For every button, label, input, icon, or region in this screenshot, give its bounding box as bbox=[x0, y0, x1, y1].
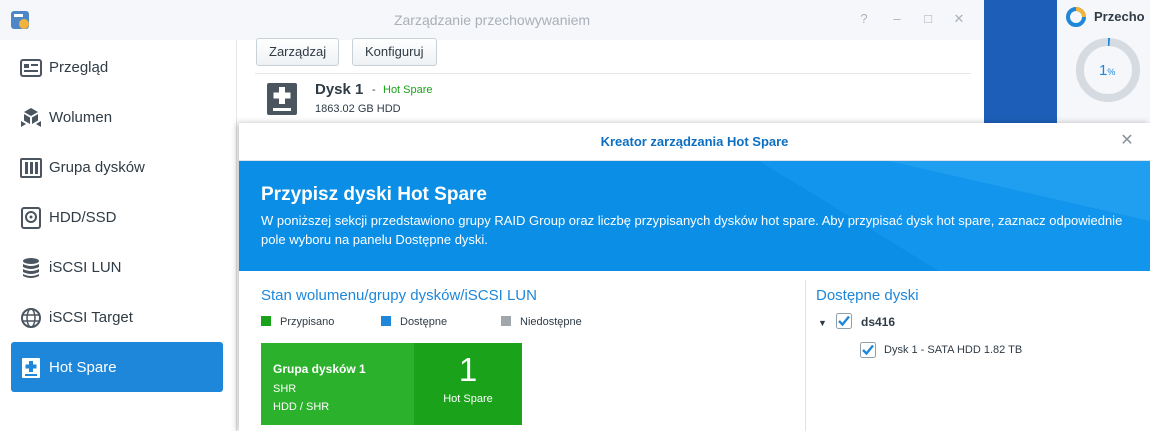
close-icon[interactable]: ✕ bbox=[951, 11, 967, 27]
sidebar-item-iscsi-lun[interactable]: iSCSI LUN bbox=[11, 242, 223, 292]
hot-spare-wizard-dialog: Kreator zarządzania Hot Spare ✕ Przypisz… bbox=[239, 123, 1150, 431]
raid-group-name: Grupa dysków 1 bbox=[273, 362, 366, 376]
sidebar: Przegląd Wolumen Grupa dysków HDD/SSD iS… bbox=[0, 40, 236, 431]
sidebar-item-label: iSCSI LUN bbox=[49, 259, 122, 276]
raid-group-disk-type: HDD / SHR bbox=[273, 401, 330, 413]
storage-widget: Przecho 1% bbox=[1057, 0, 1150, 124]
maximize-icon[interactable]: □ bbox=[920, 11, 936, 27]
dialog-title-bar[interactable]: Kreator zarządzania Hot Spare ✕ bbox=[239, 123, 1150, 161]
wizard-banner: Przypisz dyski Hot Spare W poniższej sek… bbox=[239, 161, 1150, 271]
hot-spare-count: 1 bbox=[458, 351, 478, 388]
hot-spare-count-label: Hot Spare bbox=[443, 393, 493, 405]
sidebar-item-overview[interactable]: Przegląd bbox=[11, 42, 223, 92]
available-disks-title: Dostępne dyski bbox=[816, 287, 919, 304]
legend-available-swatch bbox=[381, 316, 391, 326]
help-icon[interactable]: ? bbox=[856, 11, 872, 27]
raid-group-type: SHR bbox=[273, 383, 297, 395]
legend-unavailable-label: Niedostępne bbox=[520, 316, 582, 328]
pane-divider bbox=[805, 280, 806, 431]
storage-usage-value: 1% bbox=[1099, 62, 1116, 79]
raid-group-card[interactable]: Grupa dysków 1 SHR HDD / SHR 1 Hot Spare bbox=[261, 343, 522, 425]
content-divider bbox=[255, 73, 971, 74]
sidebar-item-hot-spare[interactable]: Hot Spare bbox=[11, 342, 223, 392]
banner-heading: Przypisz dyski Hot Spare bbox=[261, 184, 487, 205]
legend-assigned-swatch bbox=[261, 316, 271, 326]
sidebar-item-label: Grupa dysków bbox=[49, 159, 145, 176]
dialog-close-icon[interactable]: ✕ bbox=[1118, 132, 1136, 150]
volume-icon bbox=[21, 108, 41, 127]
host-checkbox[interactable] bbox=[836, 313, 852, 329]
globe-icon bbox=[21, 308, 41, 328]
hdd-icon bbox=[21, 207, 41, 229]
banner-description: W poniższej sekcji przedstawiono grupy R… bbox=[261, 213, 1123, 247]
sidebar-item-label: Wolumen bbox=[49, 109, 113, 126]
storage-widget-title: Przecho bbox=[1094, 9, 1145, 24]
hot-spare-icon bbox=[22, 358, 40, 378]
sidebar-item-disk-group[interactable]: Grupa dysków bbox=[11, 142, 223, 192]
disk-status: Hot Spare bbox=[383, 84, 433, 96]
hot-spare-count-panel: 1 Hot Spare bbox=[414, 343, 522, 425]
hot-spare-disk-icon bbox=[267, 83, 297, 115]
sidebar-item-hdd-ssd[interactable]: HDD/SSD bbox=[11, 192, 223, 242]
tree-collapse-arrow-icon[interactable]: ▼ bbox=[818, 318, 827, 328]
dialog-title: Kreator zarządzania Hot Spare bbox=[600, 134, 789, 149]
manage-button[interactable]: Zarządzaj bbox=[256, 38, 340, 66]
database-icon bbox=[23, 258, 39, 278]
window-title-bar[interactable]: Zarządzanie przechowywaniem ? – □ ✕ bbox=[0, 0, 984, 40]
disk-name: Dysk 1 bbox=[315, 81, 364, 98]
legend-available-label: Dostępne bbox=[400, 316, 448, 328]
disk-info: 1863.02 GB HDD bbox=[315, 103, 401, 115]
storage-ring-icon bbox=[1066, 7, 1086, 27]
overview-icon bbox=[20, 59, 42, 77]
disk-checkbox[interactable] bbox=[860, 342, 876, 358]
disk-status-separator: - bbox=[372, 84, 376, 96]
sidebar-item-label: Przegląd bbox=[49, 59, 109, 76]
sidebar-item-volume[interactable]: Wolumen bbox=[11, 92, 223, 142]
host-label: ds416 bbox=[861, 315, 896, 329]
legend-unavailable-swatch bbox=[501, 316, 511, 326]
sidebar-divider bbox=[236, 40, 237, 431]
disk-group-icon bbox=[20, 158, 42, 178]
configure-button[interactable]: Konfiguruj bbox=[352, 38, 437, 66]
sidebar-item-label: iSCSI Target bbox=[49, 309, 133, 326]
sidebar-item-label: Hot Spare bbox=[49, 359, 117, 376]
minimize-icon[interactable]: – bbox=[889, 11, 905, 27]
status-pane-title: Stan wolumenu/grupy dysków/iSCSI LUN bbox=[261, 287, 537, 304]
legend-assigned-label: Przypisano bbox=[280, 316, 335, 328]
available-disk-label: Dysk 1 - SATA HDD 1.82 TB bbox=[884, 344, 1023, 356]
sidebar-item-iscsi-target[interactable]: iSCSI Target bbox=[11, 292, 223, 342]
sidebar-item-label: HDD/SSD bbox=[49, 209, 117, 226]
window-title: Zarządzanie przechowywaniem bbox=[393, 12, 591, 28]
